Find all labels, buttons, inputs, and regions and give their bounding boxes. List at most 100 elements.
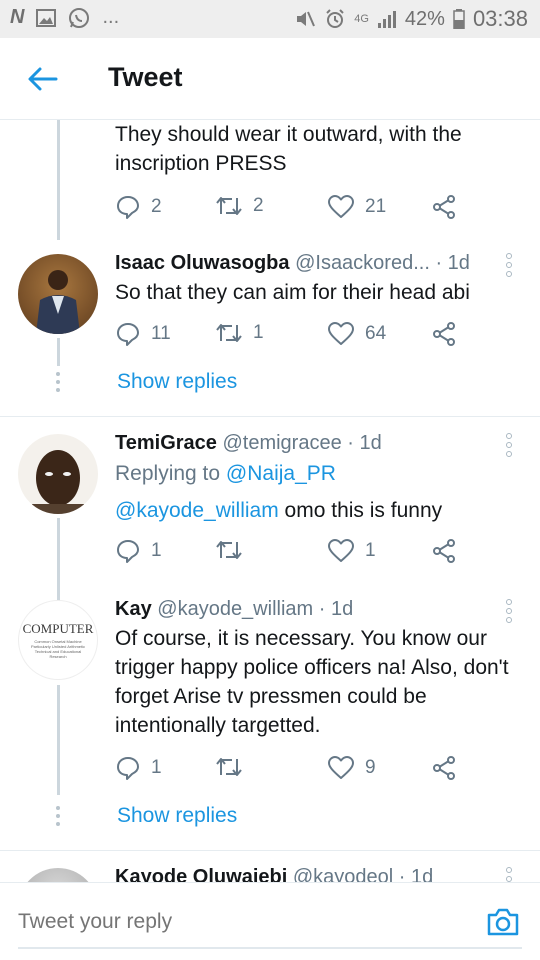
reply-icon: [117, 540, 139, 563]
reply-count: 1: [151, 757, 162, 778]
tweet-actions: 1 1: [115, 538, 475, 568]
reply-button[interactable]: 11: [115, 321, 171, 347]
reply-count: 2: [151, 196, 162, 217]
retweet-icon: [216, 197, 242, 215]
n-app-icon: N: [10, 6, 25, 28]
whatsapp-icon: [69, 7, 90, 28]
author-name[interactable]: TemiGrace: [115, 432, 217, 454]
tweet-time: · 1d: [435, 252, 470, 274]
author-handle[interactable]: @kayode_william: [157, 598, 313, 620]
tweet-text: So that they can aim for their head abi: [115, 281, 470, 304]
share-button[interactable]: [431, 321, 457, 347]
more-options-icon[interactable]: [506, 433, 514, 460]
avatar-caption: Common Onsetal Machine Particularly Unli…: [30, 639, 86, 659]
like-button[interactable]: 21: [327, 194, 386, 220]
tweet-actions: 2 2 21: [115, 194, 475, 224]
share-icon: [433, 322, 455, 346]
like-button[interactable]: 1: [327, 538, 376, 564]
author-name[interactable]: Kay: [115, 598, 152, 620]
tweet-text-body: omo this is funny: [278, 499, 443, 522]
more-options-icon[interactable]: [506, 599, 514, 626]
tweet-time: · 1d: [318, 598, 354, 620]
show-replies-link[interactable]: Show replies: [117, 804, 237, 828]
heart-icon: [328, 322, 354, 345]
battery-percent: 42%: [404, 7, 445, 30]
avatar-photo: [32, 450, 84, 514]
more-options-icon[interactable]: [506, 253, 514, 280]
retweet-button[interactable]: [215, 538, 253, 562]
replying-to-handle[interactable]: @Naija_PR: [226, 462, 336, 485]
author-handle[interactable]: @kayodeol: [293, 866, 393, 882]
thread-line: [57, 338, 60, 366]
reply-count: 1: [151, 540, 162, 561]
gallery-icon: [36, 8, 57, 27]
tweet-text: @kayode_william omo this is funny: [115, 496, 515, 525]
replying-to-label: Replying to: [115, 462, 226, 485]
avatar[interactable]: [18, 434, 98, 514]
share-button[interactable]: [431, 538, 457, 564]
reply-icon: [117, 196, 139, 219]
like-button[interactable]: 64: [327, 321, 386, 347]
author-handle[interactable]: @Isaackored...: [295, 252, 430, 274]
tweet-author-line: Kayode Oluwaiebi @kayodeol · 1d: [115, 866, 433, 882]
more-options-icon[interactable]: [506, 867, 514, 882]
tweet-text: They should wear it outward, with the in…: [115, 123, 462, 175]
reply-input-underline: [18, 947, 522, 949]
camera-icon[interactable]: [486, 907, 520, 937]
reply-button[interactable]: 2: [115, 194, 162, 220]
share-button[interactable]: [431, 194, 457, 220]
reply-icon: [117, 757, 139, 780]
avatar[interactable]: [18, 254, 98, 334]
tweet-reply-input[interactable]: [18, 905, 438, 939]
more-notifications-dots: ...: [102, 6, 120, 28]
thread-line: [57, 518, 60, 608]
avatar[interactable]: [18, 868, 98, 882]
like-button[interactable]: 9: [327, 755, 376, 781]
avatar[interactable]: COMPUTER Common Onsetal Machine Particul…: [18, 600, 98, 680]
retweet-button[interactable]: 1: [215, 321, 264, 345]
tweet-thread: They should wear it outward, with the in…: [0, 120, 540, 882]
retweet-button[interactable]: [215, 755, 253, 779]
retweet-icon: [216, 758, 242, 776]
tweet-time: · 1d: [398, 866, 434, 882]
retweet-count: 2: [253, 195, 264, 216]
back-arrow-icon[interactable]: [26, 62, 60, 96]
mention-link[interactable]: @kayode_william: [115, 499, 279, 522]
author-handle[interactable]: @temigracee: [222, 432, 341, 454]
share-button[interactable]: [431, 755, 457, 781]
alarm-icon: [326, 9, 344, 28]
battery-icon: [453, 9, 465, 29]
avatar-title: COMPUTER: [22, 621, 94, 636]
mute-icon: [297, 11, 316, 27]
status-bar: N ... 4G 42% 03:38: [0, 0, 540, 38]
heart-icon: [328, 195, 354, 218]
network-type: 4G: [354, 12, 369, 25]
reply-count: 11: [151, 323, 171, 344]
reply-composer: [0, 882, 540, 960]
retweet-count: 1: [253, 322, 264, 343]
thread-dots: [56, 806, 60, 830]
like-count: 1: [365, 540, 376, 561]
heart-icon: [328, 539, 354, 562]
retweet-button[interactable]: 2: [215, 194, 264, 218]
share-icon: [433, 195, 455, 219]
tweet-time: · 1d: [347, 432, 382, 454]
tweet-text: Of course, it is necessary. You know our…: [115, 627, 509, 737]
author-name[interactable]: Isaac Oluwasogba: [115, 252, 290, 274]
divider: [0, 850, 540, 851]
heart-icon: [328, 756, 354, 779]
show-replies-link[interactable]: Show replies: [117, 370, 237, 394]
page-title: Tweet: [108, 62, 183, 92]
reply-button[interactable]: 1: [115, 755, 162, 781]
reply-button[interactable]: 1: [115, 538, 162, 564]
like-count: 64: [365, 323, 387, 344]
clock: 03:38: [472, 6, 528, 31]
retweet-icon: [216, 324, 242, 342]
thread-dots: [56, 372, 60, 396]
share-icon: [433, 539, 455, 563]
signal-icon: [377, 11, 396, 28]
thread-line: [57, 685, 60, 795]
divider: [0, 416, 540, 417]
author-name[interactable]: Kayode Oluwaiebi: [115, 866, 287, 882]
tweet-author-line: Kay @kayode_william · 1d: [115, 598, 353, 621]
